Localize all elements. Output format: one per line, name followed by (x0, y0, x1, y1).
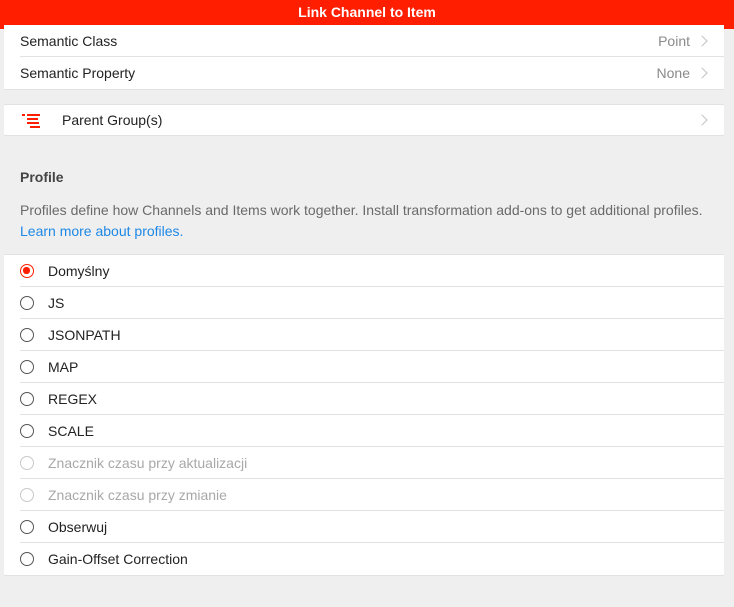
profile-option-domyslny[interactable]: Domyślny (4, 255, 724, 287)
profile-option-gain-offset[interactable]: Gain-Offset Correction (4, 543, 724, 575)
profile-option-js[interactable]: JS (4, 287, 724, 319)
learn-more-link[interactable]: Learn more about profiles. (20, 223, 183, 239)
semantic-property-value: None (656, 65, 690, 81)
profile-option-label: Gain-Offset Correction (48, 551, 188, 567)
profile-option-timestamp-update: Znacznik czasu przy aktualizacji (4, 447, 724, 479)
profile-option-label: Domyślny (48, 263, 110, 279)
profile-option-label: Obserwuj (48, 519, 108, 535)
profile-option-label: REGEX (48, 391, 98, 407)
profile-option-scale[interactable]: SCALE (4, 415, 724, 447)
radio-button[interactable] (20, 328, 34, 342)
radio-button[interactable] (20, 552, 34, 566)
profile-description-text: Profiles define how Channels and Items w… (20, 202, 703, 218)
profile-option-jsonpath[interactable]: JSONPATH (4, 319, 724, 351)
semantic-class-value: Point (658, 33, 690, 49)
parent-groups-label: Parent Group(s) (62, 112, 163, 128)
chevron-right-icon (696, 114, 708, 126)
profile-option-timestamp-change: Znacznik czasu przy zmianie (4, 479, 724, 511)
semantic-property-label: Semantic Property (20, 65, 136, 81)
radio-button[interactable] (20, 392, 34, 406)
radio-button[interactable] (20, 264, 34, 278)
parent-groups-row[interactable]: Parent Group(s) (4, 105, 724, 135)
radio-button[interactable] (20, 424, 34, 438)
profile-option-label: JSONPATH (48, 327, 121, 343)
semantic-class-label: Semantic Class (20, 33, 118, 49)
profile-option-label: SCALE (48, 423, 94, 439)
profile-option-label: Znacznik czasu przy zmianie (48, 487, 227, 503)
radio-button[interactable] (20, 360, 34, 374)
profile-option-obserwuj[interactable]: Obserwuj (4, 511, 724, 543)
profile-section-title: Profile (20, 169, 64, 185)
profile-option-label: Znacznik czasu przy aktualizacji (48, 455, 248, 471)
profile-options-list: Domyślny JS JSONPATH MAP REGEX SCALE Zna… (4, 254, 724, 576)
profile-option-label: JS (48, 295, 65, 311)
profile-option-label: MAP (48, 359, 79, 375)
profile-option-regex[interactable]: REGEX (4, 383, 724, 415)
profile-option-map[interactable]: MAP (4, 351, 724, 383)
radio-button[interactable] (20, 296, 34, 310)
profile-description: Profiles define how Channels and Items w… (20, 200, 720, 242)
radio-button (20, 456, 34, 470)
radio-button (20, 488, 34, 502)
list-icon (22, 113, 40, 128)
semantic-class-row[interactable]: Semantic Class Point (4, 25, 724, 57)
semantic-property-row[interactable]: Semantic Property None (4, 57, 724, 89)
semantics-list: Semantic Class Point Semantic Property N… (4, 25, 724, 90)
parent-group-list: Parent Group(s) (4, 104, 724, 136)
chevron-right-icon (696, 35, 708, 47)
radio-button[interactable] (20, 520, 34, 534)
chevron-right-icon (696, 67, 708, 79)
